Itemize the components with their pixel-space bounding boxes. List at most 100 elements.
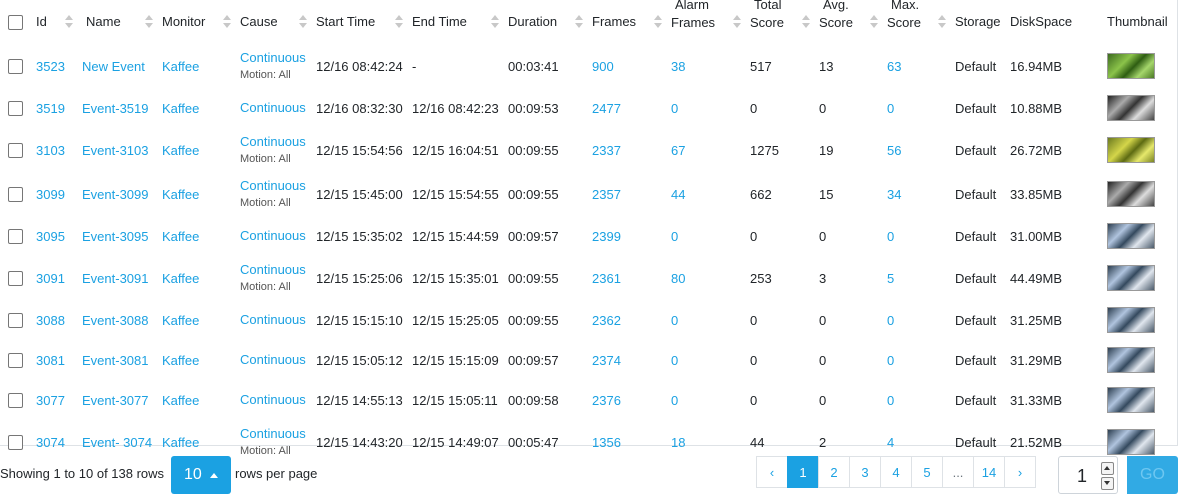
event-name-link[interactable]: Event-3095 <box>82 229 149 244</box>
event-id-link[interactable]: 3103 <box>36 143 65 158</box>
frames-link[interactable]: 2399 <box>592 229 621 244</box>
column-header-max-score[interactable]: Max. Score <box>883 0 951 44</box>
cause-link[interactable]: Continuous <box>240 352 308 368</box>
column-header-id[interactable]: Id <box>32 0 78 44</box>
monitor-link[interactable]: Kaffee <box>162 271 199 286</box>
event-id-link[interactable]: 3088 <box>36 313 65 328</box>
page-button[interactable]: 5 <box>911 456 943 488</box>
prev-page-button[interactable]: ‹ <box>756 456 788 488</box>
cause-link[interactable]: Continuous <box>240 228 308 244</box>
alarm-frames-link[interactable]: 80 <box>671 271 685 286</box>
column-header-monitor[interactable]: Monitor <box>158 0 236 44</box>
row-checkbox[interactable] <box>8 143 23 159</box>
table-row[interactable]: 3099 Event-3099 Kaffee Continuous Motion: Al… <box>0 172 1177 216</box>
page-button[interactable]: 2 <box>818 456 850 488</box>
event-name-link[interactable]: Event-3081 <box>82 353 149 368</box>
alarm-frames-link[interactable]: 0 <box>671 101 678 116</box>
frames-link[interactable]: 2357 <box>592 187 621 202</box>
event-name-link[interactable]: Event-3099 <box>82 187 149 202</box>
monitor-link[interactable]: Kaffee <box>162 353 199 368</box>
monitor-link[interactable]: Kaffee <box>162 229 199 244</box>
frames-link[interactable]: 900 <box>592 59 614 74</box>
event-name-link[interactable]: New Event <box>82 59 145 74</box>
event-id-link[interactable]: 3091 <box>36 271 65 286</box>
monitor-link[interactable]: Kaffee <box>162 143 199 158</box>
event-name-link[interactable]: Event- 3074 <box>82 435 152 450</box>
event-thumbnail[interactable] <box>1107 265 1155 291</box>
alarm-frames-link[interactable]: 0 <box>671 353 678 368</box>
event-thumbnail[interactable] <box>1107 137 1155 163</box>
frames-link[interactable]: 2477 <box>592 101 621 116</box>
monitor-link[interactable]: Kaffee <box>162 187 199 202</box>
max-score-link[interactable]: 0 <box>887 353 894 368</box>
event-name-link[interactable]: Event-3077 <box>82 393 149 408</box>
max-score-link[interactable]: 0 <box>887 393 894 408</box>
max-score-link[interactable]: 0 <box>887 101 894 116</box>
table-row[interactable]: 3088 Event-3088 Kaffee Continuous 12/15 15:1… <box>0 300 1177 340</box>
frames-link[interactable]: 1356 <box>592 435 621 450</box>
frames-link[interactable]: 2362 <box>592 313 621 328</box>
table-row[interactable]: 3091 Event-3091 Kaffee Continuous Motion: Al… <box>0 256 1177 300</box>
event-id-link[interactable]: 3523 <box>36 59 65 74</box>
monitor-link[interactable]: Kaffee <box>162 59 199 74</box>
column-header-total-score[interactable]: Total Score <box>746 0 815 44</box>
column-header-avg-score[interactable]: Avg. Score <box>815 0 883 44</box>
event-id-link[interactable]: 3519 <box>36 101 65 116</box>
cause-link[interactable]: Continuous <box>240 134 308 150</box>
event-id-link[interactable]: 3081 <box>36 353 65 368</box>
page-number-spinner[interactable] <box>1101 462 1114 490</box>
go-button[interactable]: GO <box>1127 456 1178 494</box>
column-header-start-time[interactable]: Start Time <box>312 0 408 44</box>
max-score-link[interactable]: 34 <box>887 187 901 202</box>
frames-link[interactable]: 2374 <box>592 353 621 368</box>
page-button[interactable]: 4 <box>880 456 912 488</box>
monitor-link[interactable]: Kaffee <box>162 101 199 116</box>
alarm-frames-link[interactable]: 0 <box>671 313 678 328</box>
column-header-alarm-frames[interactable]: Alarm Frames <box>667 0 746 44</box>
frames-link[interactable]: 2361 <box>592 271 621 286</box>
max-score-link[interactable]: 56 <box>887 143 901 158</box>
monitor-link[interactable]: Kaffee <box>162 393 199 408</box>
event-thumbnail[interactable] <box>1107 307 1155 333</box>
alarm-frames-link[interactable]: 67 <box>671 143 685 158</box>
event-id-link[interactable]: 3095 <box>36 229 65 244</box>
event-thumbnail[interactable] <box>1107 95 1155 121</box>
monitor-link[interactable]: Kaffee <box>162 435 199 450</box>
next-page-button[interactable]: › <box>1004 456 1036 488</box>
cause-link[interactable]: Continuous <box>240 178 308 194</box>
spin-down-icon[interactable] <box>1101 477 1114 490</box>
event-id-link[interactable]: 3077 <box>36 393 65 408</box>
row-checkbox[interactable] <box>8 229 23 245</box>
alarm-frames-link[interactable]: 0 <box>671 393 678 408</box>
column-header-end-time[interactable]: End Time <box>408 0 504 44</box>
row-checkbox[interactable] <box>8 187 23 203</box>
row-checkbox[interactable] <box>8 101 23 117</box>
spin-up-icon[interactable] <box>1101 462 1114 475</box>
table-row[interactable]: 3081 Event-3081 Kaffee Continuous 12/15 15:0… <box>0 340 1177 380</box>
row-checkbox[interactable] <box>8 313 23 329</box>
row-checkbox[interactable] <box>8 59 23 75</box>
event-thumbnail[interactable] <box>1107 53 1155 79</box>
page-button[interactable]: 3 <box>849 456 881 488</box>
max-score-link[interactable]: 5 <box>887 271 894 286</box>
row-checkbox[interactable] <box>8 353 23 369</box>
frames-link[interactable]: 2337 <box>592 143 621 158</box>
cause-link[interactable]: Continuous <box>240 100 308 116</box>
alarm-frames-link[interactable]: 0 <box>671 229 678 244</box>
cause-link[interactable]: Continuous <box>240 312 308 328</box>
page-button[interactable]: 1 <box>787 456 819 488</box>
cause-link[interactable]: Continuous <box>240 392 308 408</box>
page-button[interactable]: 14 <box>973 456 1005 488</box>
event-name-link[interactable]: Event-3103 <box>82 143 149 158</box>
table-row[interactable]: 3519 Event-3519 Kaffee Continuous 12/16 08:3… <box>0 88 1177 128</box>
table-row[interactable]: 3103 Event-3103 Kaffee Continuous Motion: Al… <box>0 128 1177 172</box>
event-thumbnail[interactable] <box>1107 181 1155 207</box>
table-row[interactable]: 3095 Event-3095 Kaffee Continuous 12/15 15:3… <box>0 216 1177 256</box>
alarm-frames-link[interactable]: 44 <box>671 187 685 202</box>
cause-link[interactable]: Continuous <box>240 426 308 442</box>
cause-link[interactable]: Continuous <box>240 262 308 278</box>
frames-link[interactable]: 2376 <box>592 393 621 408</box>
event-thumbnail[interactable] <box>1107 429 1155 455</box>
column-header-cause[interactable]: Cause <box>236 0 312 44</box>
event-thumbnail[interactable] <box>1107 387 1155 413</box>
